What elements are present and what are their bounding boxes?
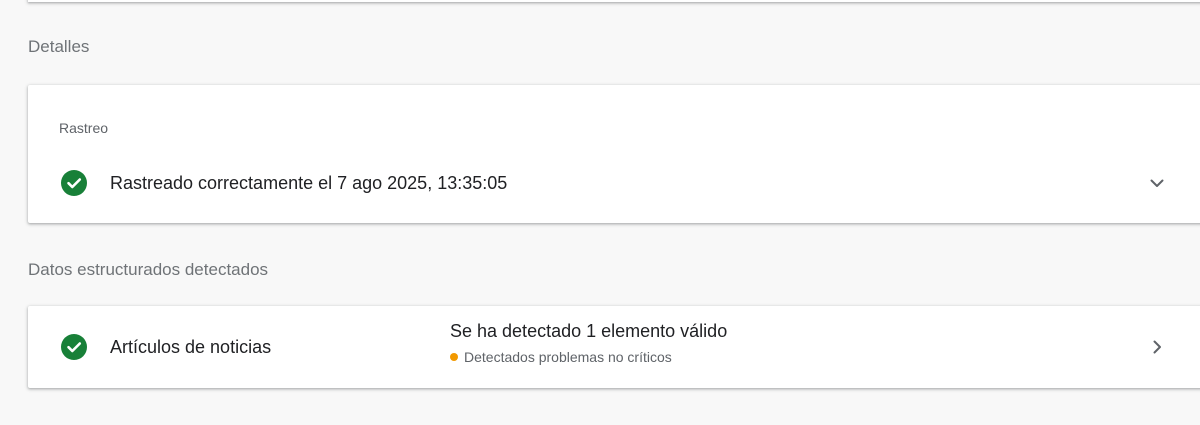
- details-heading: Detalles: [28, 37, 90, 56]
- chevron-right-icon[interactable]: [1147, 337, 1167, 357]
- warning-dot-icon: [450, 353, 458, 361]
- check-circle-icon: [61, 334, 87, 360]
- structured-item-summary: Se ha detectado 1 elemento válido: [450, 321, 728, 341]
- structured-item-name: Artículos de noticias: [110, 337, 272, 357]
- previous-card-edge: [28, 0, 1200, 2]
- crawl-card: Rastreo Rastreado correctamente el 7 ago…: [28, 85, 1200, 223]
- news-article-row[interactable]: Artículos de noticias Se ha detectado 1 …: [28, 306, 1200, 388]
- warning-text: Detectados problemas no críticos: [464, 349, 672, 365]
- crawl-label: Rastreo: [59, 120, 109, 136]
- check-circle-icon: [61, 170, 87, 196]
- crawl-status-text: Rastreado correctamente el 7 ago 2025, 1…: [110, 173, 508, 193]
- structured-item-warning: Detectados problemas no críticos: [450, 349, 672, 365]
- chevron-down-icon[interactable]: [1147, 173, 1167, 193]
- structured-data-heading: Datos estructurados detectados: [28, 260, 269, 279]
